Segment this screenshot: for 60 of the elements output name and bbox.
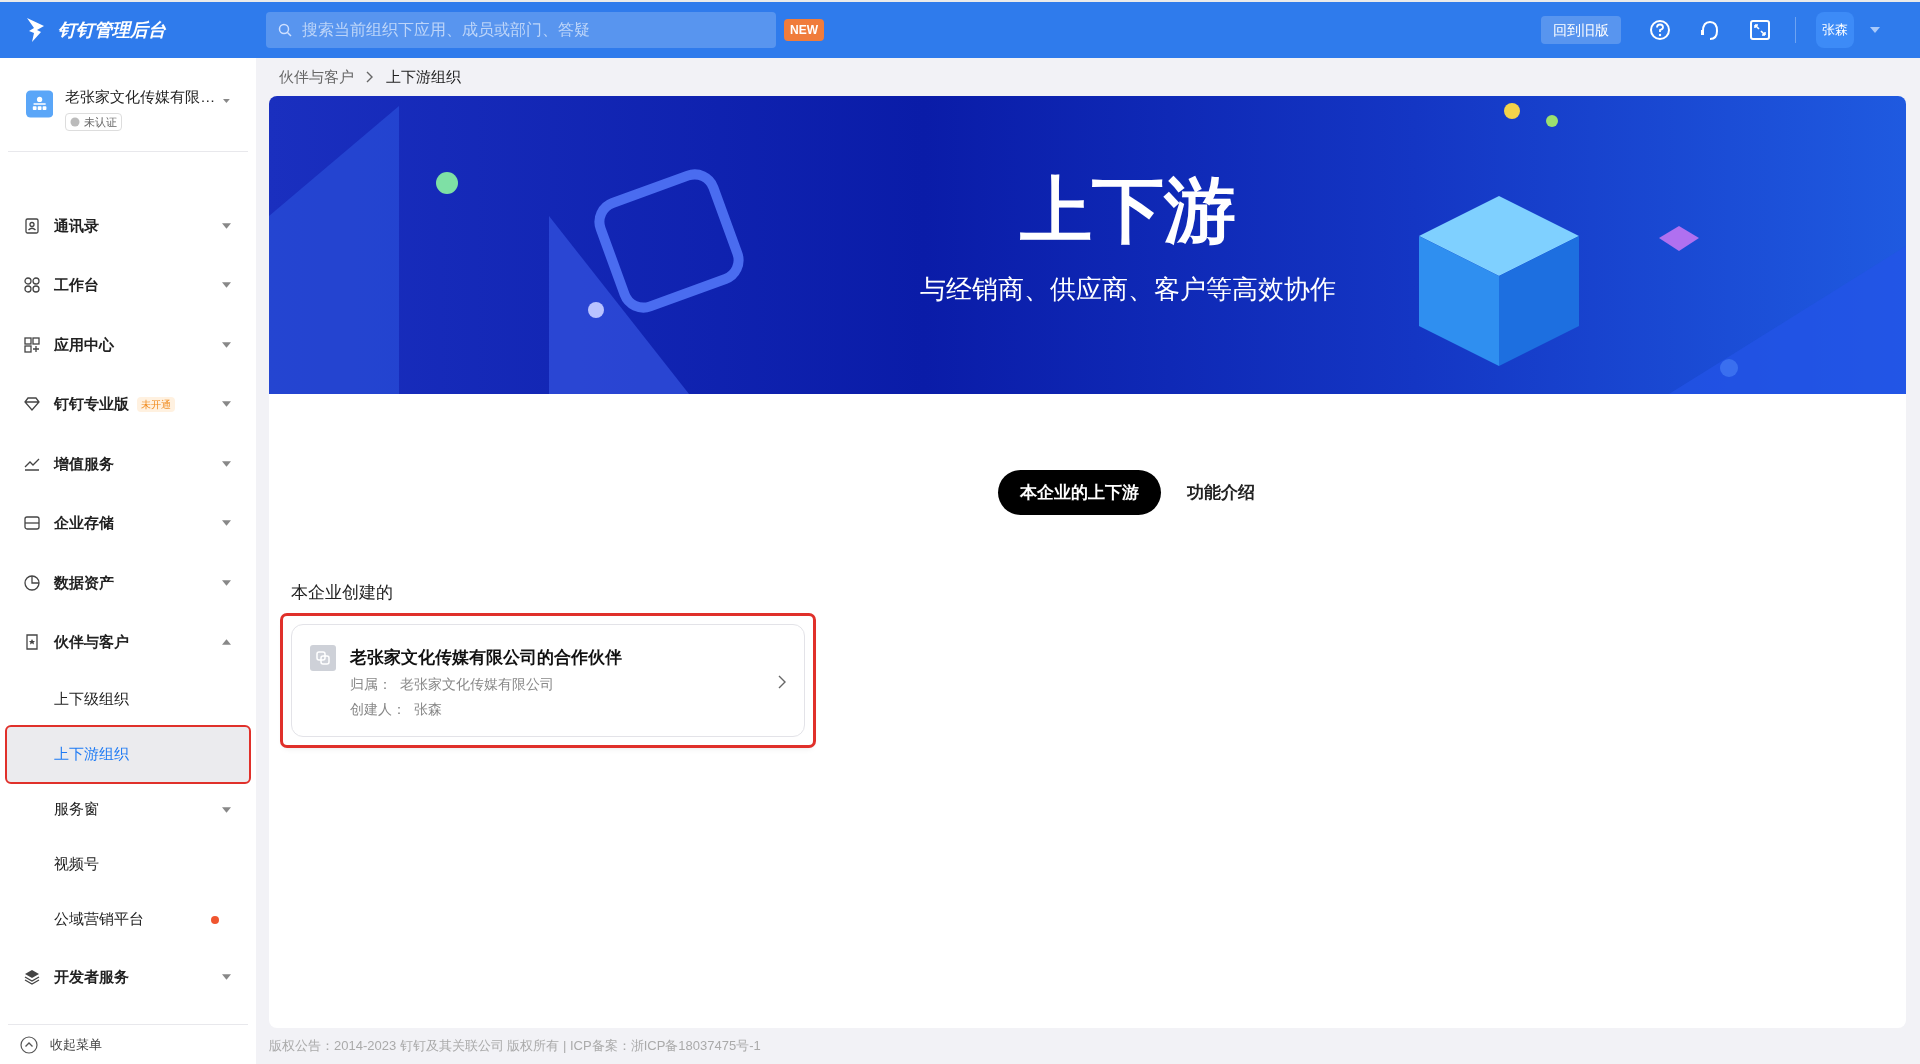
headset-icon[interactable] xyxy=(1699,19,1721,41)
caret-icon[interactable] xyxy=(223,98,230,104)
layers-icon xyxy=(23,967,41,986)
menu-item[interactable]: 上下游组织 xyxy=(7,727,249,782)
storage-icon xyxy=(23,514,41,533)
tab[interactable]: 功能介绍 xyxy=(1185,470,1257,515)
collapse-icon[interactable] xyxy=(20,1035,38,1054)
menu-group[interactable]: 数据资产 xyxy=(7,553,249,613)
collapse-menu-link[interactable]: 收起菜单 xyxy=(50,1034,102,1055)
certification-tag: 未认证 xyxy=(65,112,123,131)
caret-icon[interactable] xyxy=(1870,27,1880,33)
caret-icon[interactable] xyxy=(222,222,231,229)
chevron-icon xyxy=(366,71,374,83)
caret-icon[interactable] xyxy=(222,806,231,813)
menu-item[interactable]: 上下级组织 xyxy=(7,672,249,727)
caret-icon[interactable] xyxy=(222,579,231,586)
chevron-icon xyxy=(778,675,786,690)
caret-icon[interactable] xyxy=(222,639,231,646)
logo-icon xyxy=(24,16,46,44)
status-badge: 未开通 xyxy=(137,396,175,412)
caret-icon[interactable] xyxy=(222,282,231,289)
section-title: 本企业创建的 xyxy=(291,582,394,604)
caret-icon[interactable] xyxy=(222,460,231,467)
fullscreen-icon[interactable] xyxy=(1749,19,1771,41)
caret-icon[interactable] xyxy=(222,401,231,408)
link-icon xyxy=(310,644,336,671)
menu-group[interactable]: 伙伴与客户 xyxy=(7,612,249,672)
menu-item[interactable]: 服务窗 xyxy=(7,782,249,837)
menu-group[interactable]: 增值服务 xyxy=(7,434,249,494)
menu-group[interactable]: 开发者服务 xyxy=(7,947,249,1007)
menu-group[interactable]: 工作台 xyxy=(7,255,249,315)
copyright-notice: 版权公告：2014-2023 钉钉及其关联公司 版权所有 | ICP备案：浙ICP备18037475号-1 xyxy=(269,1037,762,1056)
creator-text: 创建人： 张森 xyxy=(350,700,443,719)
menu-group[interactable]: 钉钉专业版 未开通 xyxy=(7,374,249,434)
card-title: 老张家文化传媒有限公司的合作伙伴 xyxy=(350,646,623,669)
banner-subtitle: 与经销商、供应商、客户等高效协作 xyxy=(919,273,1336,306)
new-badge: NEW xyxy=(784,19,824,41)
search-icon xyxy=(278,23,292,37)
menu-group[interactable]: 企业存储 xyxy=(7,493,249,553)
menu-item[interactable]: 公域营销平台 xyxy=(7,892,249,947)
caret-icon[interactable] xyxy=(222,341,231,348)
menu-group[interactable]: 应用中心 xyxy=(7,315,249,375)
organization-name[interactable]: 老张家文化传媒有限… xyxy=(65,86,216,109)
breadcrumb-link[interactable]: 伙伴与客户 xyxy=(279,65,354,89)
apps-icon xyxy=(23,335,41,354)
banner-title: 上下游 xyxy=(1019,174,1236,246)
help-icon[interactable] xyxy=(1649,19,1671,41)
caret-icon[interactable] xyxy=(222,973,231,980)
tab[interactable]: 本企业的上下游 xyxy=(998,470,1161,515)
menu-item[interactable]: 视频号 xyxy=(7,837,249,892)
menu-group[interactable]: 通讯录 xyxy=(7,196,249,256)
partner-card[interactable]: 老张家文化传媒有限公司的合作伙伴 归属： 老张家文化传媒有限公司 创建人： 张森 xyxy=(291,623,805,737)
caret-icon[interactable] xyxy=(222,520,231,527)
bookmark-icon xyxy=(23,633,41,652)
app-title: 钉钉管理后台 xyxy=(58,18,167,42)
pie-chart-icon xyxy=(23,573,41,592)
owner-text: 归属： 老张家文化传媒有限公司 xyxy=(350,675,555,694)
contacts-icon xyxy=(23,216,41,235)
breadcrumb-current: 上下游组织 xyxy=(386,66,461,87)
grid-icon xyxy=(23,276,41,295)
